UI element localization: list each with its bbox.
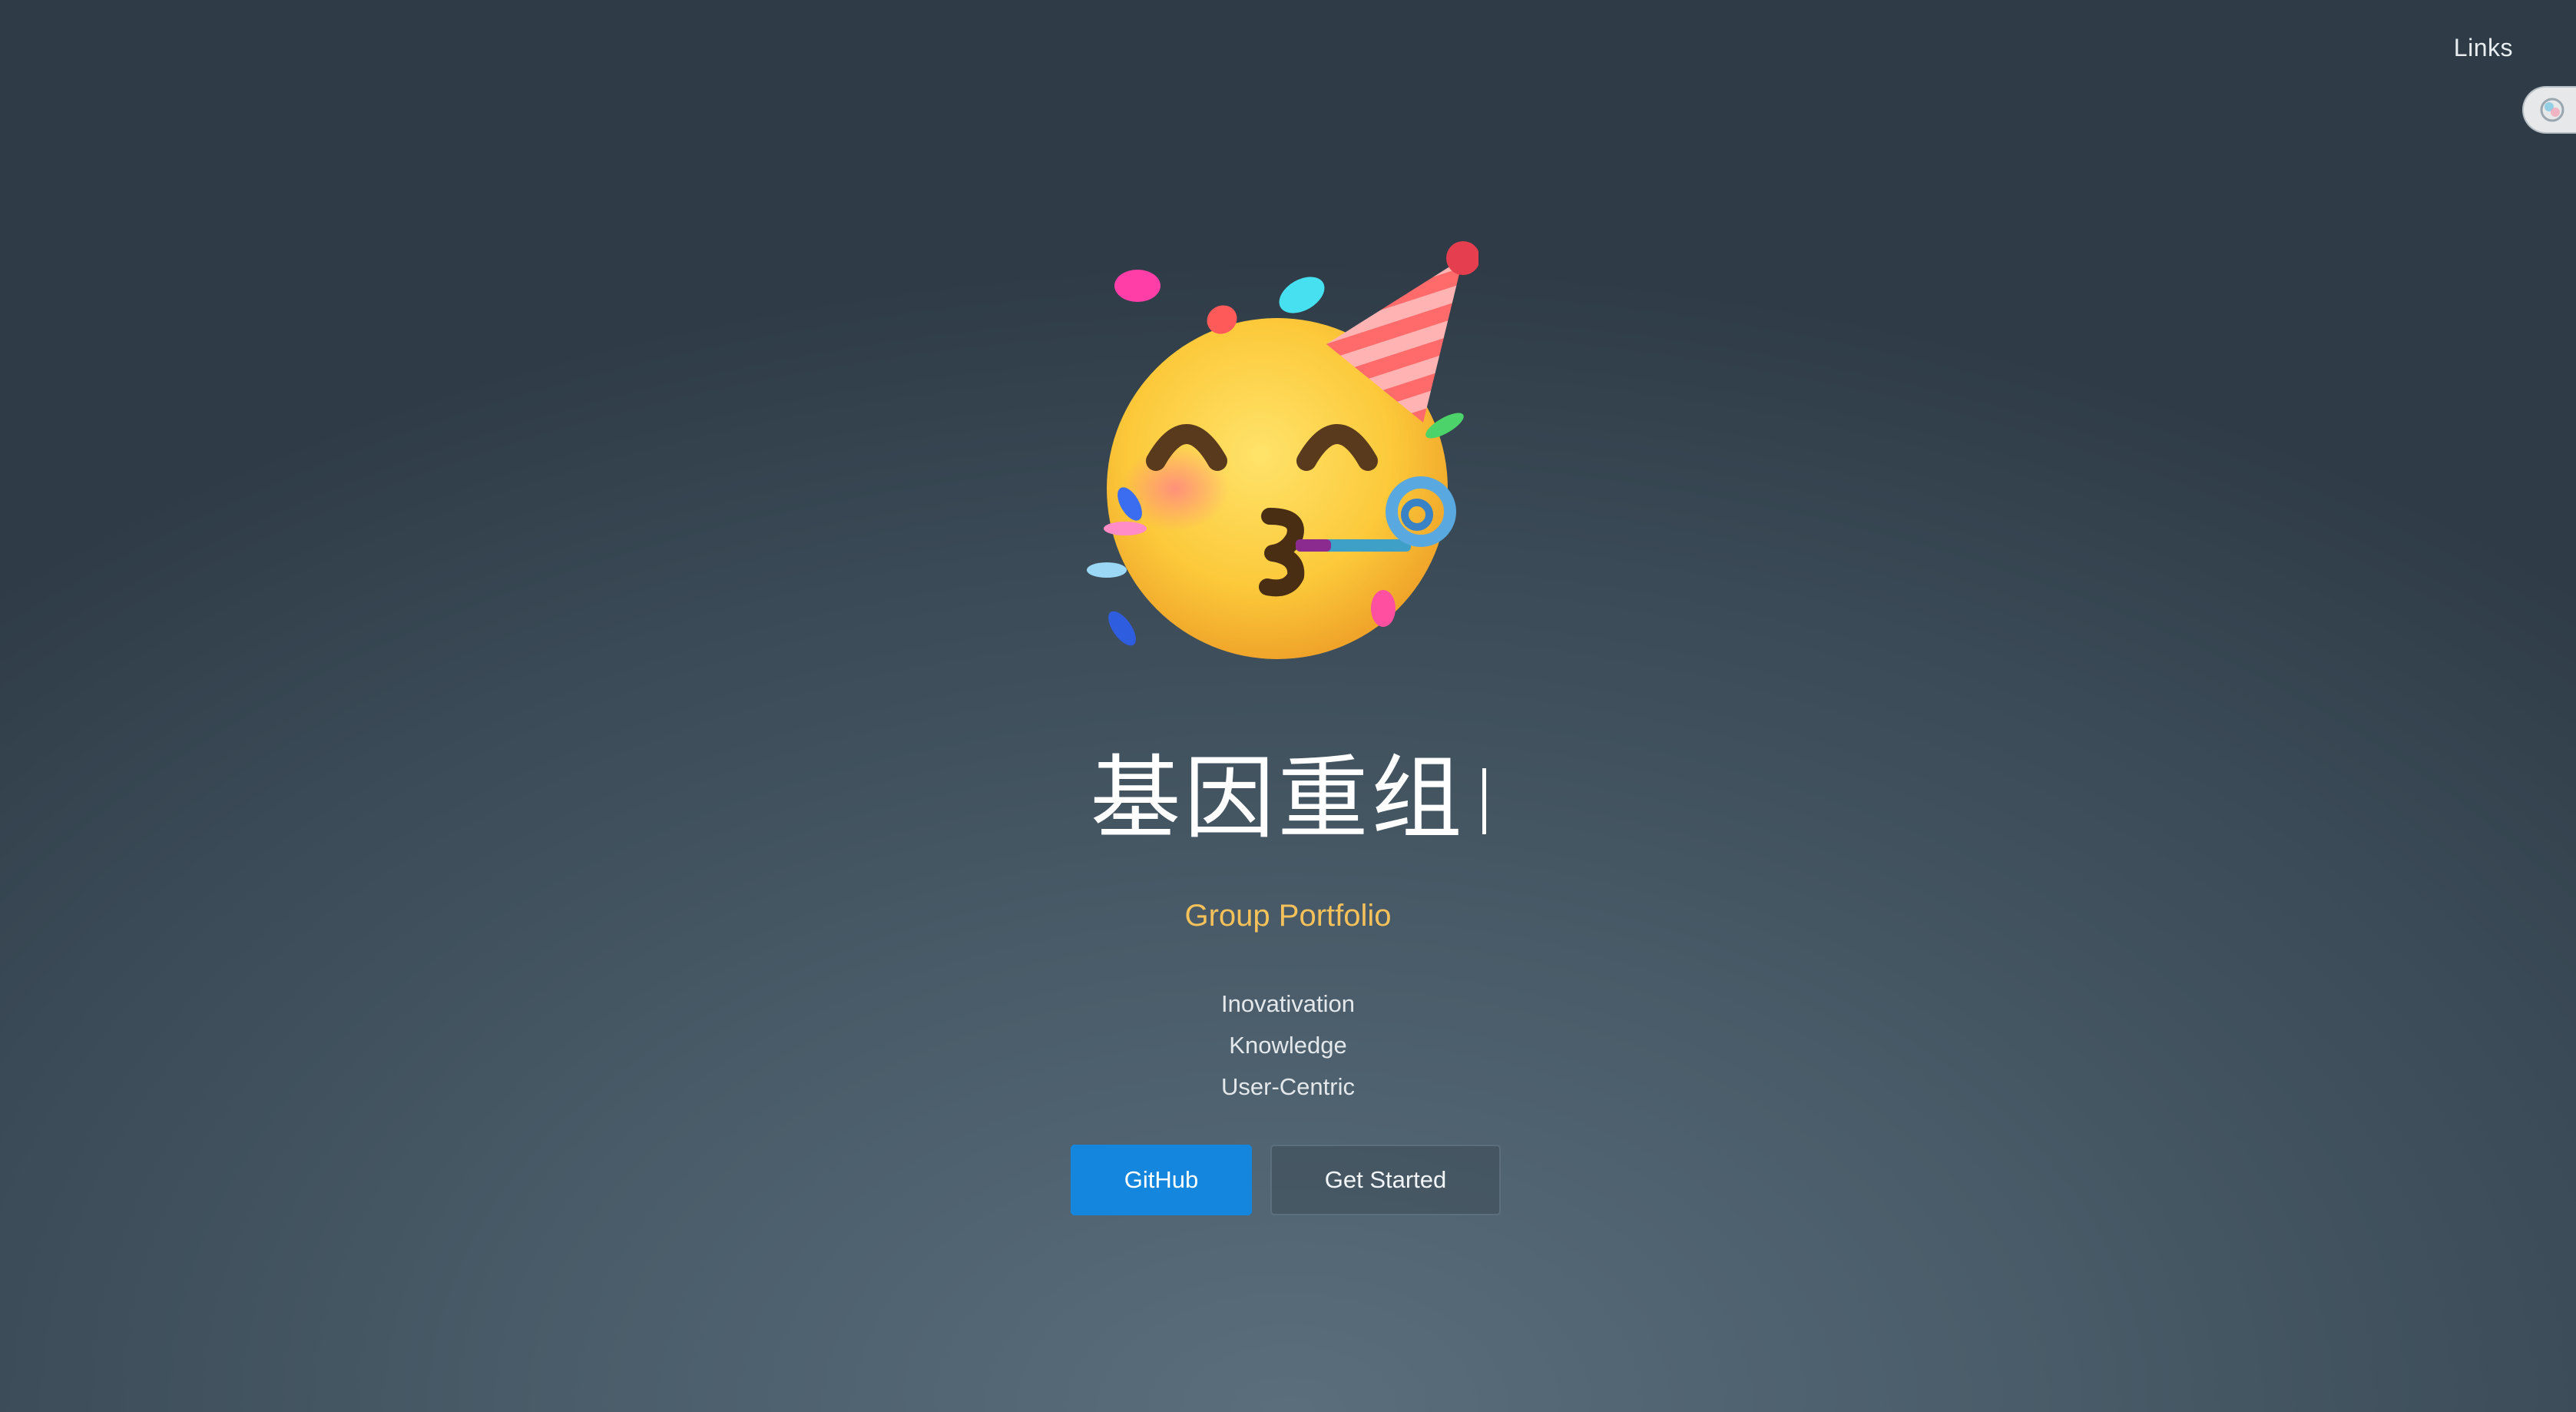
- extension-icon: [2540, 98, 2564, 122]
- list-item: User-Centric: [1221, 1073, 1355, 1100]
- title-text: 基因重组: [1090, 745, 1465, 851]
- partying-face-icon: [1087, 241, 1478, 659]
- github-button[interactable]: GitHub: [1071, 1145, 1252, 1215]
- links-menu[interactable]: Links: [2454, 34, 2513, 62]
- tagline: Group Portfolio: [1184, 899, 1392, 933]
- typing-cursor: [1482, 768, 1486, 834]
- side-panel-toggle[interactable]: [2522, 86, 2576, 134]
- get-started-button[interactable]: Get Started: [1270, 1145, 1501, 1215]
- list-item: Knowledge: [1229, 1032, 1347, 1059]
- list-item: Inovativation: [1220, 990, 1356, 1017]
- page-title: 基因重组: [0, 753, 2576, 844]
- values-list: Inovativation Knowledge User-Centric: [0, 983, 2576, 1108]
- hero-actions: GitHub Get Started: [1071, 1145, 1501, 1215]
